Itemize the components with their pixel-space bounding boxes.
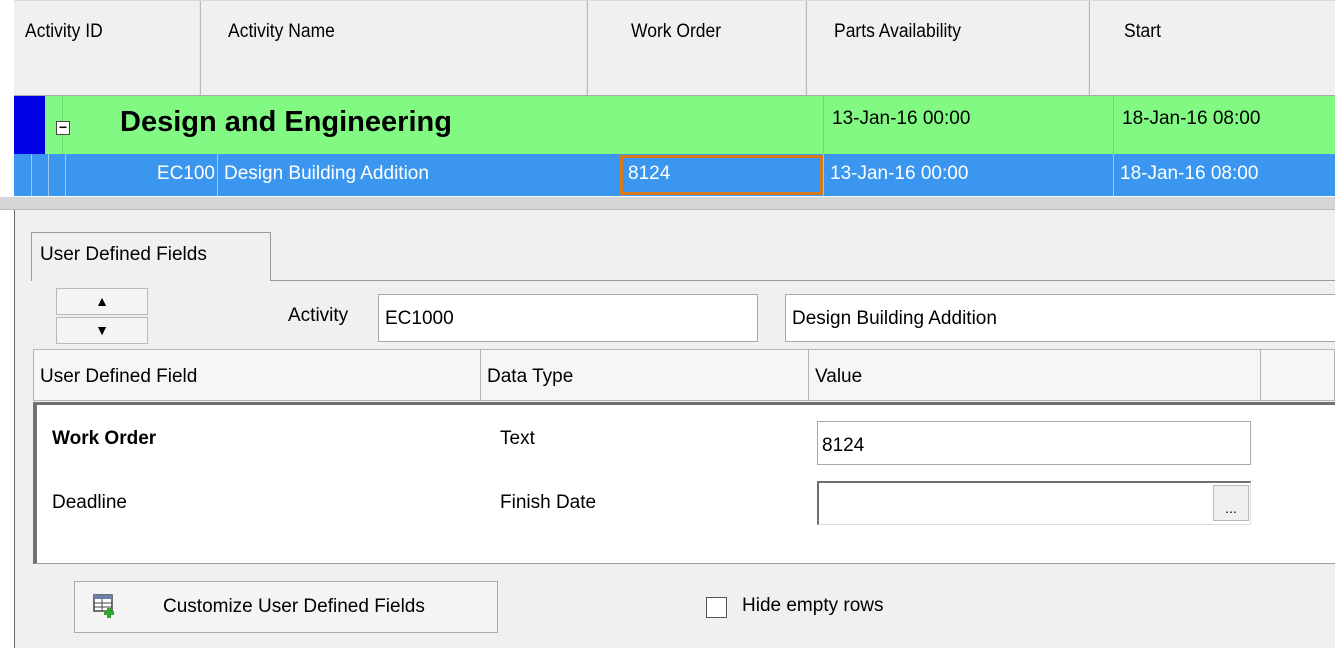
activity-id-field[interactable]: EC1000 (378, 294, 758, 342)
udf-value-deadline-input[interactable] (817, 481, 1251, 525)
customize-udf-button[interactable]: Customize User Defined Fields (74, 581, 498, 633)
udf-column-data-type[interactable]: Data Type (481, 350, 809, 400)
row-selection-marker (14, 96, 45, 154)
column-header-start[interactable]: Start (1113, 1, 1317, 96)
expand-collapse-minus-icon[interactable]: − (56, 120, 70, 135)
group-parts-availability: 13-Jan-16 00:00 (823, 96, 1113, 154)
activity-id-cell[interactable]: EC100 (65, 154, 217, 196)
date-picker-button[interactable]: ... (1213, 485, 1249, 521)
spinner-down-icon[interactable]: ▼ (56, 317, 148, 344)
activity-label: Activity (288, 305, 349, 326)
tab-user-defined-fields[interactable]: User Defined Fields (31, 232, 271, 281)
parts-availability-cell[interactable]: 13-Jan-16 00:00 (823, 154, 1113, 196)
tab-strip-border (270, 280, 1335, 281)
spinner-up-icon[interactable]: ▲ (56, 288, 148, 315)
udf-row-deadline-type: Finish Date (500, 492, 597, 513)
column-header-parts-availability[interactable]: Parts Availability (823, 1, 1090, 96)
column-header-activity-name[interactable]: Activity Name (217, 1, 588, 96)
udf-row-work-order-type: Text (500, 428, 535, 449)
work-order-cell[interactable]: 8124 (620, 155, 823, 195)
customize-udf-label: Customize User Defined Fields (163, 596, 425, 617)
splitter-bar[interactable] (0, 196, 1335, 210)
udf-column-value[interactable]: Value (809, 350, 1261, 400)
udf-table-header: User Defined Field Data Type Value (33, 349, 1335, 401)
customize-udf-icon (93, 594, 114, 618)
udf-row-work-order-field: Work Order (52, 428, 157, 449)
wbs-group-title: Design and Engineering (120, 106, 452, 138)
tree-indent (48, 154, 65, 196)
hide-empty-rows-label[interactable]: Hide empty rows (742, 595, 884, 617)
activity-name-cell[interactable]: Design Building Addition (217, 154, 620, 196)
group-start: 18-Jan-16 08:00 (1113, 96, 1335, 154)
start-cell[interactable]: 18-Jan-16 08:00 (1113, 154, 1335, 196)
hide-empty-rows-checkbox[interactable] (706, 597, 727, 618)
column-header-work-order[interactable]: Work Order (620, 1, 807, 96)
activity-navigator: ▲ ▼ (56, 288, 148, 344)
udf-column-field[interactable]: User Defined Field (34, 350, 481, 400)
tree-indent (31, 154, 48, 196)
grid-header: Activity ID Activity Name Work Order Par… (14, 0, 1335, 96)
activity-name-field[interactable]: Design Building Addition (785, 294, 1335, 342)
udf-value-work-order-input[interactable]: 8124 (817, 421, 1251, 465)
activity-row[interactable]: EC100 Design Building Addition 8124 13-J… (14, 154, 1335, 196)
wbs-group-row[interactable]: − Design and Engineering 13-Jan-16 00:00… (14, 96, 1335, 154)
udf-row-deadline-field: Deadline (52, 492, 127, 513)
column-header-activity-id[interactable]: Activity ID (14, 1, 201, 96)
